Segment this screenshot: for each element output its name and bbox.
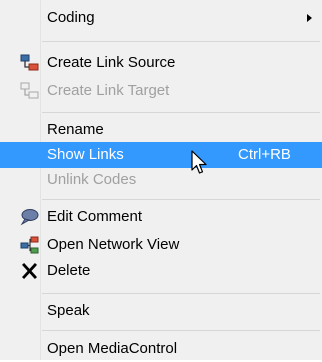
menu-item-label: Edit Comment bbox=[47, 208, 143, 225]
menu-item-rename[interactable]: Rename bbox=[0, 117, 322, 143]
menu-item-shortcut: Ctrl+RB bbox=[238, 146, 291, 163]
menu-item-create-link-target[interactable]: Create Link Target bbox=[0, 78, 322, 104]
menu-item-delete[interactable]: Delete bbox=[0, 258, 322, 284]
menu-item-label: Unlink Codes bbox=[47, 171, 137, 188]
menu-item-open-network-view[interactable]: Open Network View bbox=[0, 232, 322, 258]
context-menu: Coding Create Link Source Create Link Ta… bbox=[0, 0, 322, 360]
submenu-arrow-icon bbox=[307, 14, 312, 22]
delete-x-icon bbox=[20, 262, 40, 280]
mouse-pointer-icon bbox=[191, 150, 207, 174]
menu-separator bbox=[42, 330, 320, 331]
speech-bubble-icon bbox=[20, 208, 40, 226]
menu-item-label: Show Links bbox=[47, 146, 124, 163]
menu-separator bbox=[42, 41, 320, 42]
menu-item-label: Speak bbox=[47, 302, 90, 319]
menu-item-speak[interactable]: Speak bbox=[0, 298, 322, 324]
menu-item-label: Open MediaControl bbox=[47, 340, 178, 357]
menu-item-unlink-codes[interactable]: Unlink Codes bbox=[0, 167, 322, 193]
menu-item-edit-comment[interactable]: Edit Comment bbox=[0, 204, 322, 230]
menu-item-open-mediacontrol[interactable]: Open MediaControl bbox=[0, 336, 322, 362]
menu-item-show-links[interactable]: Show Links Ctrl+RB bbox=[0, 142, 322, 168]
link-target-icon bbox=[20, 82, 40, 100]
menu-separator bbox=[42, 199, 320, 200]
network-view-icon bbox=[20, 236, 40, 254]
menu-separator bbox=[42, 293, 320, 294]
menu-separator bbox=[42, 112, 320, 113]
menu-item-label: Create Link Target bbox=[47, 82, 170, 99]
menu-item-label: Coding bbox=[47, 9, 95, 26]
menu-item-coding[interactable]: Coding bbox=[0, 5, 322, 31]
menu-item-label: Open Network View bbox=[47, 236, 180, 253]
menu-item-label: Rename bbox=[47, 121, 104, 138]
menu-item-label: Delete bbox=[47, 262, 91, 279]
menu-item-create-link-source[interactable]: Create Link Source bbox=[0, 50, 322, 76]
link-source-icon bbox=[20, 54, 40, 72]
menu-item-label: Create Link Source bbox=[47, 54, 176, 71]
